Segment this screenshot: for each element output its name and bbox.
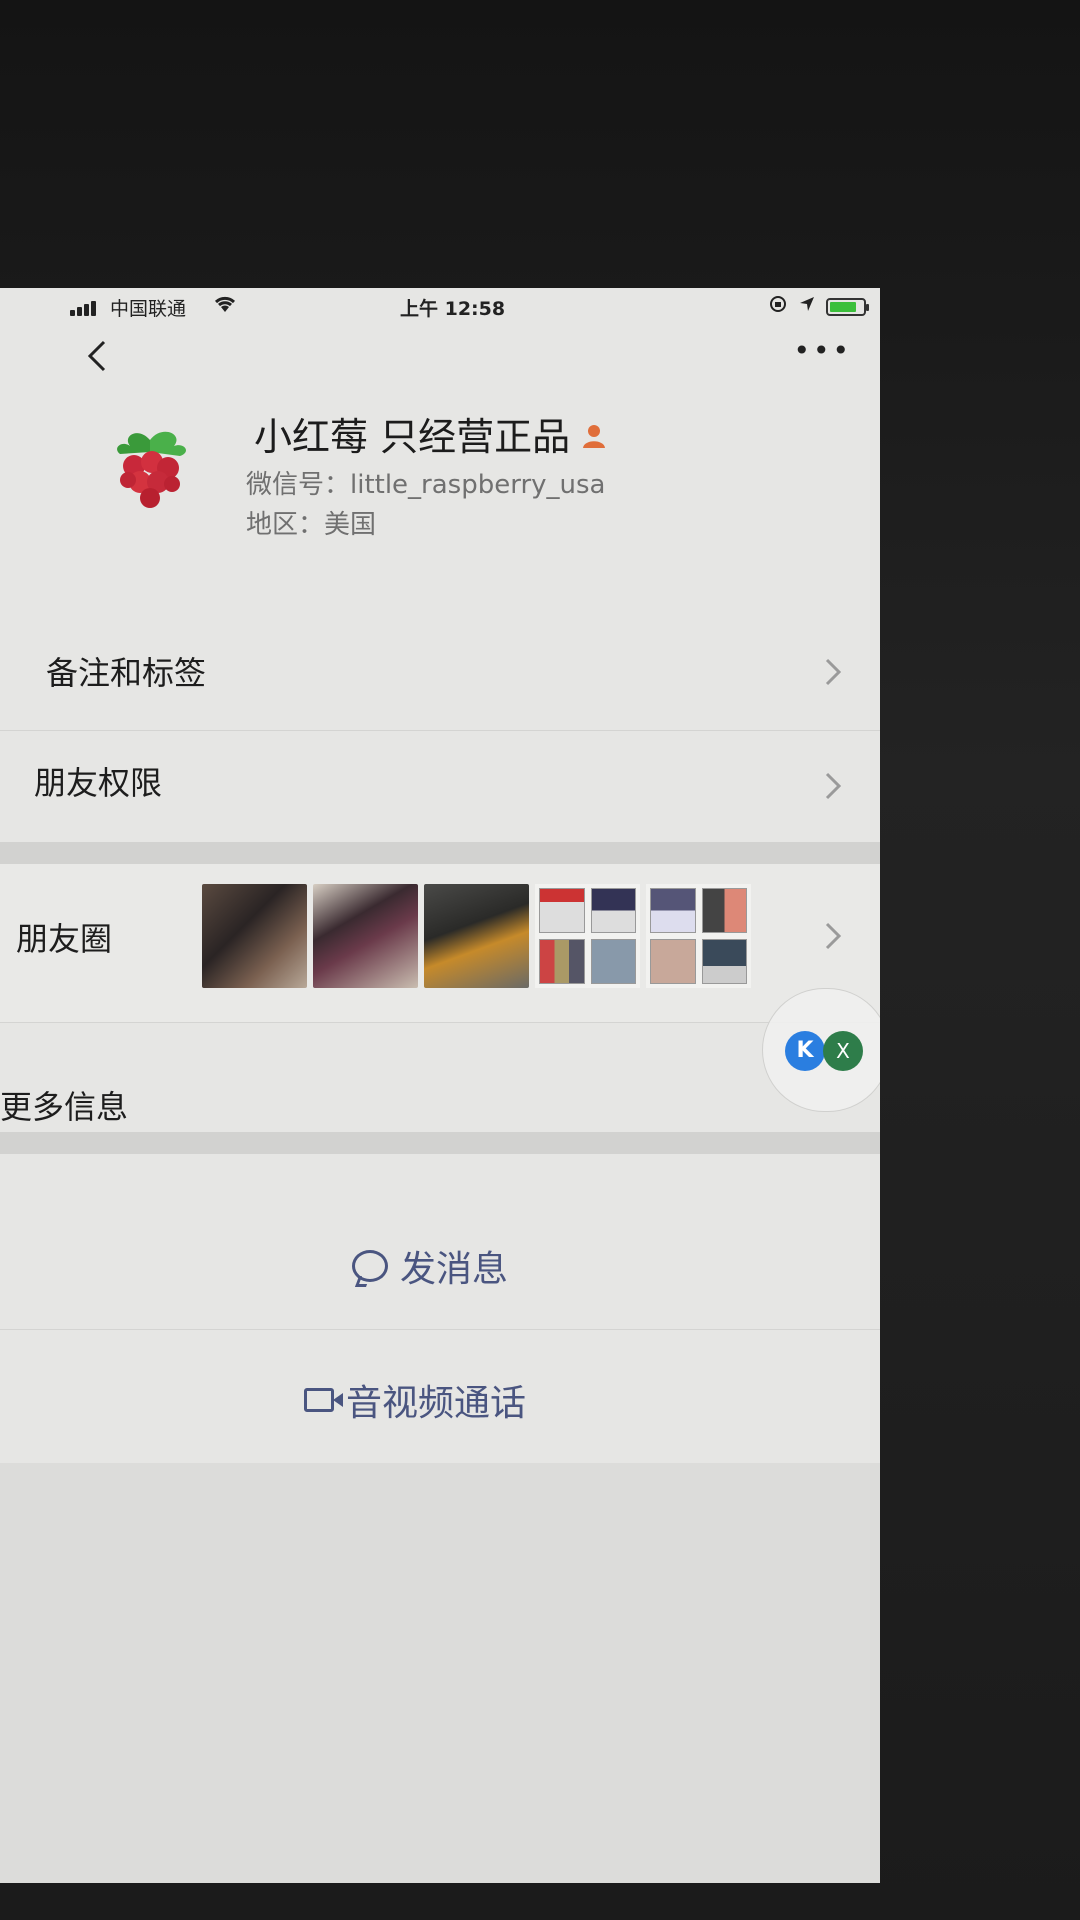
send-message-button[interactable]: 发消息 xyxy=(0,1196,880,1328)
more-button[interactable]: ••• xyxy=(793,334,852,367)
close-icon[interactable]: X xyxy=(823,1031,863,1071)
location-icon xyxy=(798,295,816,318)
chevron-right-icon xyxy=(824,920,842,960)
phone-screen: 中国联通 上午 12:58 ••• 小红莓 只经营正品 微信号：little_r… xyxy=(0,288,880,1883)
profile-name: 小红莓 只经营正品 xyxy=(254,406,608,461)
row-permissions-label: 朋友权限 xyxy=(34,764,163,802)
av-call-button[interactable]: 音视频通话 xyxy=(0,1330,880,1462)
section-divider xyxy=(0,1132,880,1154)
send-message-label: 发消息 xyxy=(399,1249,508,1290)
battery-icon xyxy=(826,297,869,316)
video-camera-icon xyxy=(303,1388,343,1412)
wechat-id: 微信号：little_raspberry_usa xyxy=(246,470,606,500)
empty-background xyxy=(0,1463,880,1883)
signal-icon xyxy=(70,300,102,316)
row-friend-permissions[interactable]: 朋友权限 xyxy=(0,730,880,840)
region: 地区：美国 xyxy=(246,510,377,540)
row-moments[interactable]: 朋友圈 xyxy=(0,864,880,1022)
person-badge-icon xyxy=(580,422,608,457)
moments-photo xyxy=(424,884,529,988)
row-more-info[interactable]: 更多信息 xyxy=(0,1022,880,1202)
wifi-icon xyxy=(212,294,238,319)
status-bar: 中国联通 上午 12:58 xyxy=(0,288,880,324)
moments-photo xyxy=(535,884,640,988)
chevron-right-icon xyxy=(824,656,842,696)
row-moments-label: 朋友圈 xyxy=(16,920,113,958)
av-call-label: 音视频通话 xyxy=(345,1383,526,1424)
clock: 上午 12:58 xyxy=(400,298,506,320)
row-notes-and-tags[interactable]: 备注和标签 xyxy=(0,618,880,728)
moments-thumbnails xyxy=(202,884,751,988)
avatar[interactable] xyxy=(100,418,200,518)
profile-name-text: 小红莓 只经营正品 xyxy=(254,415,571,459)
carrier-label: 中国联通 xyxy=(110,298,187,320)
back-button[interactable] xyxy=(84,338,108,384)
row-notes-label: 备注和标签 xyxy=(46,654,207,692)
orientation-lock-icon xyxy=(768,294,788,319)
moments-photo xyxy=(313,884,418,988)
moments-photo xyxy=(202,884,307,988)
floating-widget[interactable]: K X xyxy=(762,988,880,1112)
k-app-icon[interactable]: K xyxy=(785,1031,825,1071)
status-icons xyxy=(768,294,869,319)
chevron-right-icon xyxy=(824,770,842,810)
raspberry-icon xyxy=(117,431,187,508)
section-divider xyxy=(0,842,880,864)
chat-bubble-icon xyxy=(351,1250,388,1282)
row-more-info-label: 更多信息 xyxy=(0,1088,129,1126)
moments-photo xyxy=(646,884,751,988)
